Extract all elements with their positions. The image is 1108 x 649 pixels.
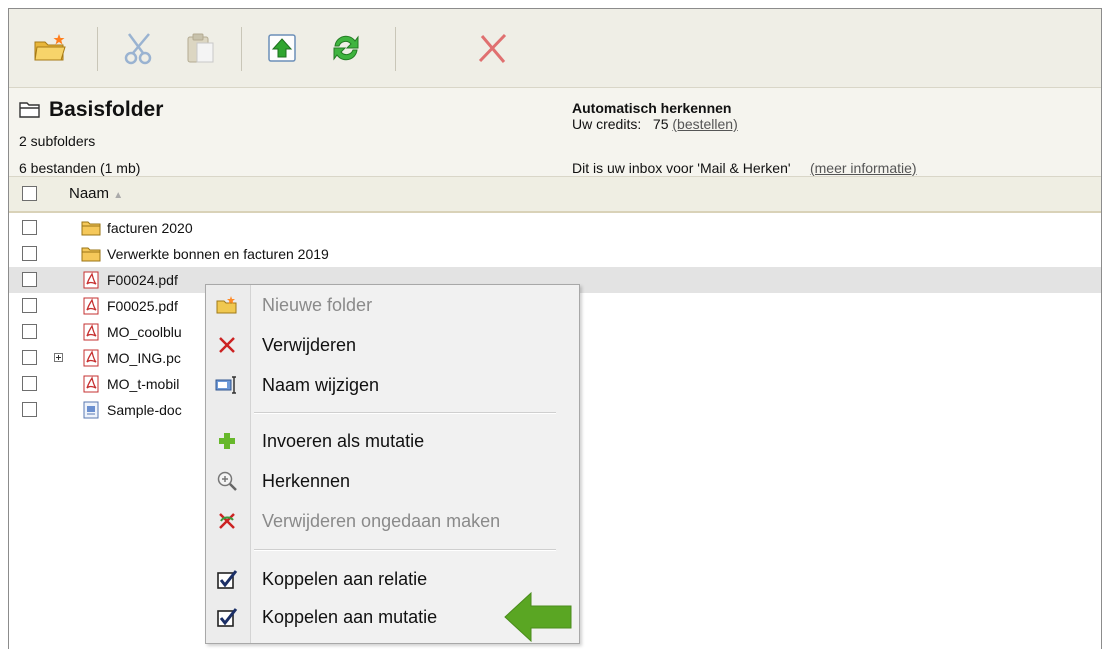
auto-recognize-title: Automatisch herkennen	[572, 100, 732, 116]
credits-line: Uw credits: 75 (bestellen)	[572, 116, 738, 132]
row-checkbox[interactable]	[22, 350, 37, 365]
folder-icon	[81, 247, 101, 262]
subfolder-count: 2 subfolders	[19, 133, 96, 149]
upload-arrow-icon	[268, 34, 296, 62]
green-arrow-annotation	[504, 591, 572, 643]
folder-header: Basisfolder 2 subfolders 6 bestanden (1 …	[9, 88, 1101, 185]
menu-item-label: Koppelen aan relatie	[262, 569, 428, 589]
pdf-icon	[83, 297, 99, 315]
toolbar	[9, 9, 1101, 88]
menu-item-label: Verwijderen	[262, 335, 357, 355]
inbox-text: Dit is uw inbox voor 'Mail & Herken'	[572, 160, 791, 176]
pdf-icon	[83, 271, 99, 289]
red-x-icon	[478, 33, 507, 63]
folder-icon	[19, 102, 40, 118]
more-info-link[interactable]: (meer informatie)	[810, 160, 917, 176]
folder-title: Basisfolder	[19, 98, 163, 122]
row-checkbox[interactable]	[22, 272, 37, 287]
clipboard-icon	[187, 33, 214, 63]
table-row[interactable]: Verwerkte bonnen en facturen 2019	[9, 241, 1101, 267]
row-checkbox[interactable]	[22, 324, 37, 339]
menu-separator	[254, 549, 556, 551]
undo-delete-icon	[215, 510, 239, 532]
green-plus-icon	[215, 430, 239, 452]
menu-item-label: Naam wijzigen	[262, 375, 380, 395]
row-label[interactable]: facturen 2020	[107, 220, 193, 236]
row-label[interactable]: MO_ING.pc	[107, 350, 181, 366]
rename-icon	[215, 374, 239, 396]
credits-label: Uw credits:	[572, 116, 642, 132]
file-count: 6 bestanden (1 mb)	[19, 160, 141, 176]
expand-plus-icon[interactable]	[54, 353, 63, 362]
pdf-icon	[83, 349, 99, 367]
row-checkbox[interactable]	[22, 402, 37, 417]
menu-item-label: Koppelen aan mutatie	[262, 607, 438, 627]
menu-item-enter-as-mutation[interactable]: Invoeren als mutatie	[206, 423, 579, 459]
folder-title-text: Basisfolder	[49, 98, 164, 121]
row-label[interactable]: Verwerkte bonnen en facturen 2019	[107, 246, 329, 262]
row-label[interactable]: F00025.pdf	[107, 298, 178, 314]
sort-ascending-icon: ▲	[113, 190, 124, 201]
refresh-icon	[333, 35, 359, 61]
menu-item-undo-delete[interactable]: Verwijderen ongedaan maken	[206, 503, 579, 539]
table-header: Naam ▲	[9, 176, 1101, 213]
menu-item-new-folder[interactable]: Nieuwe folder	[206, 287, 579, 323]
inbox-info: Dit is uw inbox voor 'Mail & Herken' (me…	[572, 160, 917, 176]
refresh-button[interactable]	[325, 27, 367, 69]
menu-item-recognize[interactable]: Herkennen	[206, 463, 579, 499]
scissors-icon	[124, 33, 152, 65]
cut-button[interactable]	[117, 27, 159, 69]
paste-button[interactable]	[179, 27, 221, 69]
column-header-name[interactable]: Naam ▲	[69, 185, 123, 202]
upload-button[interactable]	[261, 27, 303, 69]
folder-icon	[81, 221, 101, 236]
red-x-icon	[215, 334, 239, 356]
zoom-in-icon	[215, 470, 239, 492]
credits-value: 75	[652, 116, 669, 132]
menu-item-label: Herkennen	[262, 471, 351, 491]
row-label[interactable]: MO_t-mobil	[107, 376, 179, 392]
row-checkbox[interactable]	[22, 376, 37, 391]
delete-button[interactable]	[471, 27, 513, 69]
row-checkbox[interactable]	[22, 298, 37, 313]
menu-item-delete[interactable]: Verwijderen	[206, 327, 579, 363]
menu-item-rename[interactable]: Naam wijzigen	[206, 367, 579, 403]
pdf-icon	[83, 375, 99, 393]
menu-item-label: Invoeren als mutatie	[262, 431, 425, 451]
select-all-checkbox[interactable]	[22, 186, 37, 201]
menu-item-label: Nieuwe folder	[262, 295, 373, 315]
checkbox-checked-icon	[215, 568, 239, 590]
order-credits-link[interactable]: (bestellen)	[672, 116, 737, 132]
column-name-label: Naam	[69, 185, 110, 202]
menu-item-label: Verwijderen ongedaan maken	[262, 511, 501, 531]
menu-separator	[254, 412, 556, 414]
row-label[interactable]: Sample-doc	[107, 402, 182, 418]
document-icon	[83, 401, 99, 419]
new-folder-icon	[215, 294, 239, 316]
row-checkbox[interactable]	[22, 246, 37, 261]
checkbox-checked-icon	[215, 606, 239, 628]
row-label[interactable]: MO_coolblu	[107, 324, 182, 340]
row-checkbox[interactable]	[22, 220, 37, 235]
new-folder-button[interactable]	[29, 27, 71, 69]
pdf-icon	[83, 323, 99, 341]
new-folder-icon	[34, 34, 66, 61]
row-label[interactable]: F00024.pdf	[107, 272, 178, 288]
table-row[interactable]: facturen 2020	[9, 215, 1101, 241]
